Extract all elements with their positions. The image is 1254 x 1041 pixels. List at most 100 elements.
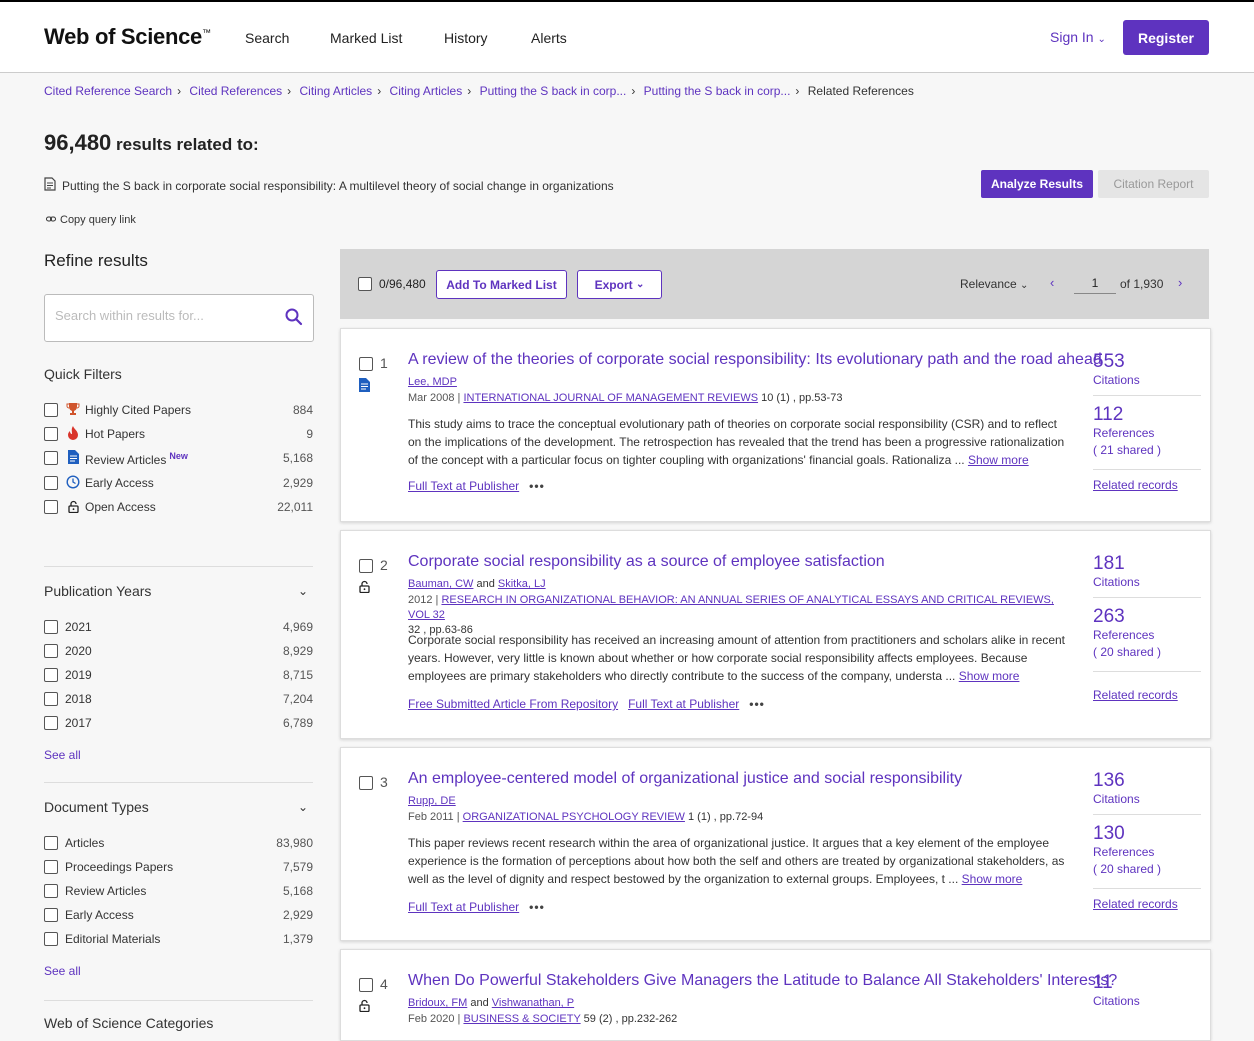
web-of-science-logo[interactable]: Web of Science™ [44, 24, 211, 50]
more-options-icon[interactable]: ••• [529, 900, 545, 914]
journal-link[interactable]: BUSINESS & SOCIETY [463, 1013, 580, 1025]
citations-count[interactable]: 181 [1093, 553, 1201, 575]
record-checkbox[interactable] [359, 357, 373, 371]
record-title[interactable]: Corporate social responsibility as a sou… [408, 553, 1078, 571]
references-count[interactable]: 112 [1093, 404, 1201, 426]
record-title[interactable]: A review of the theories of corporate so… [408, 351, 1102, 369]
journal-link[interactable]: ORGANIZATIONAL PSYCHOLOGY REVIEW [463, 811, 685, 823]
wos-categories-title[interactable]: Web of Science Categories [44, 1015, 213, 1031]
breadcrumb-citing-articles[interactable]: Citing Articles [299, 84, 372, 98]
author-link[interactable]: Skitka, LJ [498, 578, 546, 590]
filter-open-access[interactable]: Open Access 22,011 [44, 499, 313, 517]
show-more-link[interactable]: Show more [962, 872, 1023, 886]
copy-query-link[interactable]: Copy query link [46, 214, 136, 226]
filter-doctype-proceedings[interactable]: Proceedings Papers 7,579 [44, 859, 313, 877]
full-text-publisher-link[interactable]: Full Text at Publisher [408, 479, 519, 493]
filter-year-2020[interactable]: 2020 8,929 [44, 643, 313, 661]
filter-hot-papers[interactable]: Hot Papers 9 [44, 426, 313, 444]
filter-doctype-review[interactable]: Review Articles 5,168 [44, 883, 313, 901]
nav-alerts[interactable]: Alerts [531, 30, 567, 46]
related-records-link[interactable]: Related records [1093, 478, 1201, 492]
export-button[interactable]: Export ⌄ [577, 270, 662, 299]
page-input[interactable]: 1 [1074, 273, 1116, 294]
checkbox[interactable] [44, 500, 58, 514]
filter-doctype-articles[interactable]: Articles 83,980 [44, 835, 313, 853]
filter-year-2018[interactable]: 2018 7,204 [44, 691, 313, 709]
checkbox[interactable] [44, 620, 58, 634]
checkbox[interactable] [44, 668, 58, 682]
checkbox[interactable] [44, 692, 58, 706]
filter-year-2021[interactable]: 2021 4,969 [44, 619, 313, 637]
checkbox[interactable] [44, 836, 58, 850]
journal-link[interactable]: RESEARCH IN ORGANIZATIONAL BEHAVIOR: AN … [408, 594, 1054, 621]
author-link[interactable]: Bauman, CW [408, 578, 473, 590]
publication-years-title[interactable]: Publication Years [44, 583, 151, 599]
search-within-input[interactable] [53, 307, 277, 324]
checkbox[interactable] [44, 403, 58, 417]
citations-count[interactable]: 11 [1093, 972, 1201, 994]
record-checkbox[interactable] [359, 559, 373, 573]
author-link[interactable]: Rupp, DE [408, 795, 456, 807]
shared-references[interactable]: ( 20 shared ) [1093, 645, 1201, 659]
citation-report-button[interactable]: Citation Report [1098, 170, 1209, 198]
nav-history[interactable]: History [444, 30, 488, 46]
checkbox[interactable] [44, 427, 58, 441]
record-checkbox[interactable] [359, 978, 373, 992]
record-title[interactable]: When Do Powerful Stakeholders Give Manag… [408, 972, 1117, 990]
breadcrumb-cited-references[interactable]: Cited References [189, 84, 282, 98]
related-records-link[interactable]: Related records [1093, 897, 1201, 911]
journal-link[interactable]: INTERNATIONAL JOURNAL OF MANAGEMENT REVI… [463, 392, 758, 404]
prev-page-icon[interactable]: ‹ [1050, 275, 1054, 290]
breadcrumb-putting-s-back-2[interactable]: Putting the S back in corp... [644, 84, 791, 98]
checkbox[interactable] [44, 932, 58, 946]
shared-references[interactable]: ( 21 shared ) [1093, 443, 1201, 457]
sign-in-menu[interactable]: Sign In ⌄ [1050, 29, 1106, 45]
filter-review-articles[interactable]: Review Articles New 5,168 [44, 450, 313, 468]
filter-doctype-early-access[interactable]: Early Access 2,929 [44, 907, 313, 925]
show-more-link[interactable]: Show more [968, 453, 1029, 467]
free-repository-link[interactable]: Free Submitted Article From Repository [408, 697, 618, 711]
see-all-years-link[interactable]: See all [44, 748, 81, 762]
filter-year-2017[interactable]: 2017 6,789 [44, 715, 313, 733]
next-page-icon[interactable]: › [1178, 275, 1182, 290]
register-button[interactable]: Register [1123, 20, 1209, 55]
checkbox[interactable] [44, 644, 58, 658]
references-count[interactable]: 263 [1093, 606, 1201, 628]
checkbox[interactable] [44, 716, 58, 730]
checkbox[interactable] [44, 476, 58, 490]
citations-count[interactable]: 136 [1093, 770, 1201, 792]
shared-references[interactable]: ( 20 shared ) [1093, 862, 1201, 876]
see-all-doctypes-link[interactable]: See all [44, 964, 81, 978]
record-checkbox[interactable] [359, 776, 373, 790]
author-link[interactable]: Lee, MDP [408, 376, 457, 388]
select-all-checkbox[interactable] [358, 277, 372, 291]
filter-year-2019[interactable]: 2019 8,715 [44, 667, 313, 685]
breadcrumb-cited-reference-search[interactable]: Cited Reference Search [44, 84, 172, 98]
related-records-link[interactable]: Related records [1093, 688, 1201, 702]
full-text-publisher-link[interactable]: Full Text at Publisher [408, 900, 519, 914]
add-to-marked-list-button[interactable]: Add To Marked List [436, 270, 567, 299]
author-link[interactable]: Bridoux, FM [408, 997, 467, 1009]
filter-doctype-editorial[interactable]: Editorial Materials 1,379 [44, 931, 313, 949]
checkbox[interactable] [44, 860, 58, 874]
filter-early-access[interactable]: Early Access 2,929 [44, 475, 313, 493]
checkbox[interactable] [44, 884, 58, 898]
record-title[interactable]: An employee-centered model of organizati… [408, 770, 1078, 788]
search-icon[interactable] [285, 308, 303, 331]
show-more-link[interactable]: Show more [959, 669, 1020, 683]
nav-marked-list[interactable]: Marked List [330, 30, 402, 46]
sort-dropdown[interactable]: Relevance ⌄ [960, 277, 1028, 291]
nav-search[interactable]: Search [245, 30, 289, 46]
chevron-down-icon[interactable]: ⌄ [298, 800, 308, 814]
analyze-results-button[interactable]: Analyze Results [981, 170, 1093, 198]
checkbox[interactable] [44, 908, 58, 922]
full-text-publisher-link[interactable]: Full Text at Publisher [628, 697, 739, 711]
author-link[interactable]: Vishwanathan, P [492, 997, 574, 1009]
more-options-icon[interactable]: ••• [529, 479, 545, 493]
breadcrumb-putting-s-back[interactable]: Putting the S back in corp... [480, 84, 627, 98]
references-count[interactable]: 130 [1093, 823, 1201, 845]
filter-highly-cited[interactable]: Highly Cited Papers 884 [44, 402, 313, 420]
document-types-title[interactable]: Document Types [44, 799, 149, 815]
chevron-down-icon[interactable]: ⌄ [298, 584, 308, 598]
more-options-icon[interactable]: ••• [749, 697, 765, 711]
